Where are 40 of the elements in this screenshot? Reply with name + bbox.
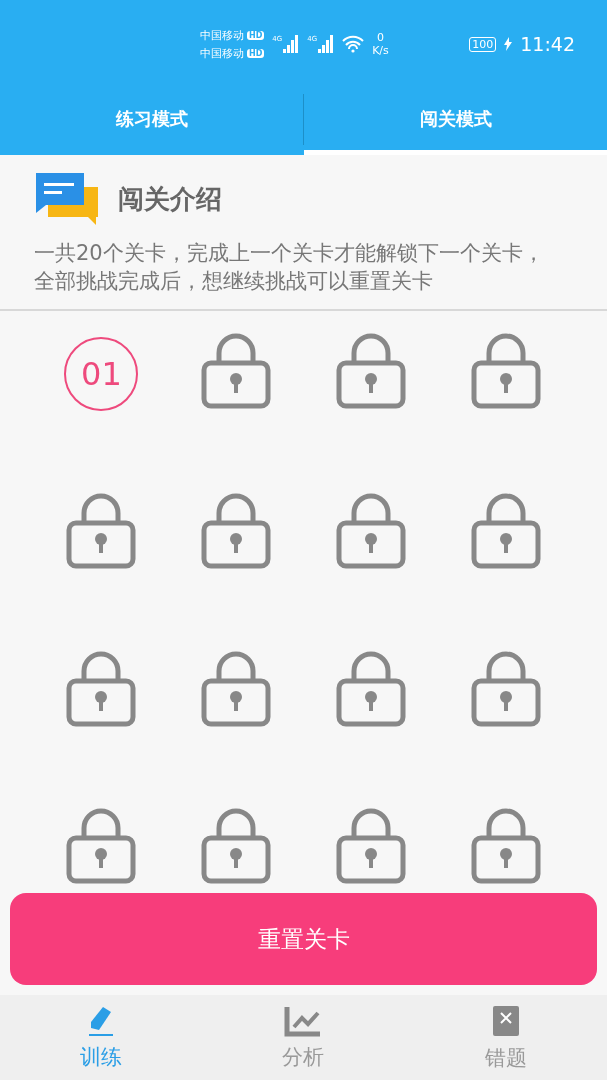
charging-icon	[504, 37, 513, 51]
hd-badge: HD	[247, 48, 265, 58]
lock-icon[interactable]	[201, 333, 272, 409]
lock-icon[interactable]	[470, 808, 541, 885]
reset-button[interactable]: 重置关卡	[10, 893, 597, 985]
lock-icon[interactable]	[66, 650, 137, 727]
note-icon	[490, 1003, 521, 1038]
level-button[interactable]: 01	[64, 337, 139, 411]
lock-icon[interactable]	[470, 333, 541, 409]
lock-icon[interactable]	[66, 492, 137, 569]
chat-bubbles-icon	[34, 173, 100, 225]
pencil-icon	[87, 1004, 116, 1037]
intro-text: 一共20个关卡，完成上一个关卡才能解锁下一个关卡，全部挑战完成后，想继续挑战可以重置关卡	[34, 240, 545, 295]
mode-tab[interactable]: 闯关模式	[304, 88, 607, 155]
lock-icon[interactable]	[335, 650, 406, 727]
signal-icon	[318, 35, 335, 53]
speed-value: 0	[376, 30, 384, 44]
speed-unit: K/s	[372, 44, 389, 58]
lock-icon[interactable]	[66, 808, 137, 885]
mode-tab[interactable]: 练习模式	[0, 88, 303, 155]
nav-item[interactable]: 错题	[404, 995, 607, 1080]
battery-level: 100	[469, 36, 497, 52]
hd-badge: HD	[247, 30, 265, 40]
signal-icon	[283, 35, 300, 53]
lock-icon[interactable]	[470, 492, 541, 569]
lock-icon[interactable]	[335, 808, 406, 885]
line-chart-icon	[284, 1004, 323, 1037]
lock-icon[interactable]	[201, 650, 272, 727]
carrier-name: 中国移动	[200, 27, 244, 43]
nav-item[interactable]: 训练	[0, 995, 203, 1080]
carrier-name: 中国移动	[200, 45, 244, 61]
clock-time: 11:42	[520, 33, 575, 55]
lock-icon[interactable]	[470, 650, 541, 727]
lock-icon[interactable]	[335, 492, 406, 569]
intro-title: 闯关介绍	[118, 182, 222, 216]
lock-icon[interactable]	[201, 492, 272, 569]
lock-icon[interactable]	[201, 808, 272, 885]
lock-icon[interactable]	[335, 333, 406, 409]
nav-item[interactable]: 分析	[202, 995, 405, 1080]
wifi-icon	[342, 35, 365, 53]
